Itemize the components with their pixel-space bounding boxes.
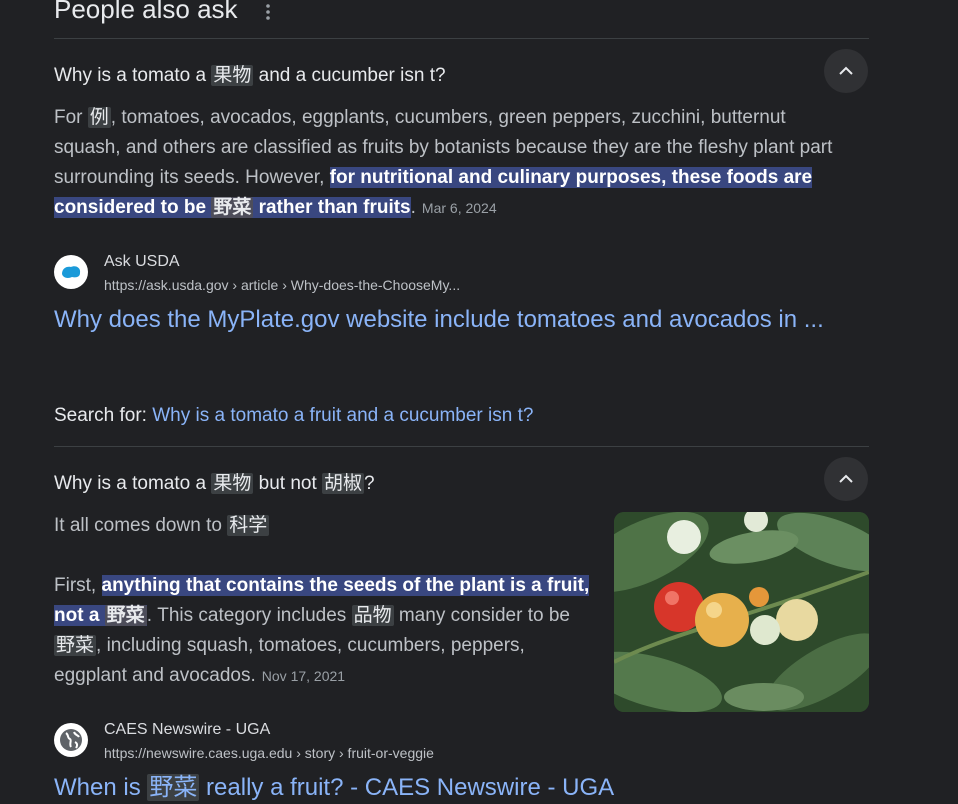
- globe-icon: [60, 729, 82, 751]
- translated-term: 科学: [227, 515, 270, 536]
- chevron-up-icon: [839, 66, 853, 75]
- translated-term: 果物: [211, 65, 254, 86]
- answer-1: For 例, tomatoes, avocados, eggplants, cu…: [54, 107, 833, 218]
- divider: [54, 446, 869, 447]
- question-text: Why is a tomato a: [54, 65, 212, 86]
- globe-favicon[interactable]: [54, 723, 88, 757]
- question-2[interactable]: Why is a tomato a 果物 but not 胡椒?: [54, 468, 375, 495]
- answer-2-body: First, anything that contains the seeds …: [54, 575, 590, 686]
- divider: [54, 38, 869, 39]
- source-url[interactable]: https://newswire.caes.uga.edu › story › …: [104, 745, 434, 761]
- result-link-1[interactable]: Why does the MyPlate.gov website include…: [54, 304, 834, 336]
- source-url[interactable]: https://ask.usda.gov › article › Why-doe…: [104, 277, 460, 293]
- section-title: People also ask: [54, 0, 238, 24]
- more-vert-icon[interactable]: [258, 2, 278, 22]
- collapse-button-2[interactable]: [824, 457, 868, 501]
- search-for-link[interactable]: Why is a tomato a fruit and a cucumber i…: [152, 405, 533, 426]
- source-site-name[interactable]: CAES Newswire - UGA: [104, 721, 270, 739]
- answer-2-line1: It all comes down to 科学: [54, 515, 270, 536]
- result-link-2[interactable]: When is 野菜 really a fruit? - CAES Newswi…: [54, 772, 834, 804]
- collapse-button-1[interactable]: [824, 49, 868, 93]
- usda-favicon[interactable]: [54, 255, 88, 289]
- chevron-up-icon: [839, 474, 853, 483]
- answer-date: Nov 17, 2021: [261, 668, 346, 684]
- search-for-label: Search for:: [54, 405, 153, 426]
- question-text: and a cucumber isn t?: [253, 65, 446, 86]
- translated-term: 例: [87, 107, 111, 128]
- search-for-row: Search for: Why is a tomato a fruit and …: [54, 405, 533, 427]
- answer-date: Mar 6, 2024: [421, 200, 497, 216]
- question-1[interactable]: Why is a tomato a 果物 and a cucumber isn …: [54, 60, 446, 87]
- translated-term: 果物: [211, 473, 254, 494]
- translated-term: 胡椒: [322, 473, 365, 494]
- tomato-photo[interactable]: [614, 512, 869, 712]
- source-site-name[interactable]: Ask USDA: [104, 253, 180, 271]
